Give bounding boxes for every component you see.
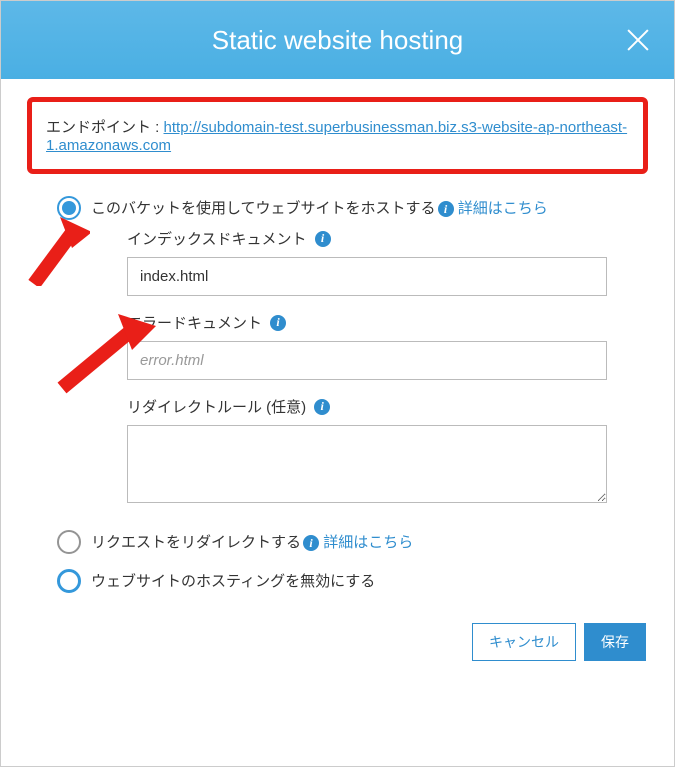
endpoint-label: エンドポイント : — [46, 119, 164, 136]
modal-header: Static website hosting — [1, 1, 674, 79]
modal-body: エンドポイント : http://subdomain-test.superbus… — [1, 79, 674, 611]
radio-redirect-label: リクエストをリダイレクトするi 詳細はこちら — [91, 530, 413, 554]
radio-host-input[interactable] — [57, 196, 81, 220]
radio-host: このバケットを使用してウェブサイトをホストするi 詳細はこちら インデックスドキ… — [27, 190, 648, 508]
info-icon[interactable]: i — [270, 315, 286, 331]
radio-redirect-input[interactable] — [57, 530, 81, 554]
endpoint-callout: エンドポイント : http://subdomain-test.superbus… — [27, 97, 648, 174]
save-button[interactable]: 保存 — [584, 623, 646, 661]
error-doc-input[interactable] — [127, 341, 607, 380]
info-icon[interactable]: i — [315, 231, 331, 247]
close-icon[interactable] — [626, 28, 650, 52]
info-icon[interactable]: i — [438, 201, 454, 217]
radio-disable-input[interactable] — [57, 569, 81, 593]
modal-footer: キャンセル 保存 — [1, 611, 674, 673]
redirect-rules-label: リダイレクトルール (任意) — [127, 396, 306, 417]
index-doc-input[interactable] — [127, 257, 607, 296]
radio-host-text: このバケットを使用してウェブサイトをホストする — [91, 200, 436, 217]
redirect-rules-field: リダイレクトルール (任意) i — [127, 396, 648, 508]
radio-disable: ウェブサイトのホスティングを無効にする — [55, 563, 648, 601]
static-website-hosting-modal: Static website hosting エンドポイント : http://… — [0, 0, 675, 767]
radio-host-label: このバケットを使用してウェブサイトをホストするi 詳細はこちら — [91, 196, 548, 220]
info-icon[interactable]: i — [314, 399, 330, 415]
learn-more-link[interactable]: 詳細はこちら — [323, 534, 413, 551]
radio-redirect-text: リクエストをリダイレクトする — [91, 534, 301, 551]
radio-disable-label: ウェブサイトのホスティングを無効にする — [91, 569, 375, 593]
radio-redirect: リクエストをリダイレクトするi 詳細はこちら — [55, 524, 648, 562]
learn-more-link[interactable]: 詳細はこちら — [458, 200, 548, 217]
error-doc-label: エラードキュメント — [127, 312, 262, 333]
modal-title: Static website hosting — [212, 25, 463, 56]
cancel-button[interactable]: キャンセル — [472, 623, 576, 661]
index-doc-label: インデックスドキュメント — [127, 228, 307, 249]
redirect-rules-textarea[interactable] — [127, 425, 607, 503]
info-icon[interactable]: i — [303, 535, 319, 551]
error-document-field: エラードキュメント i — [127, 312, 648, 380]
index-document-field: インデックスドキュメント i — [127, 228, 648, 296]
